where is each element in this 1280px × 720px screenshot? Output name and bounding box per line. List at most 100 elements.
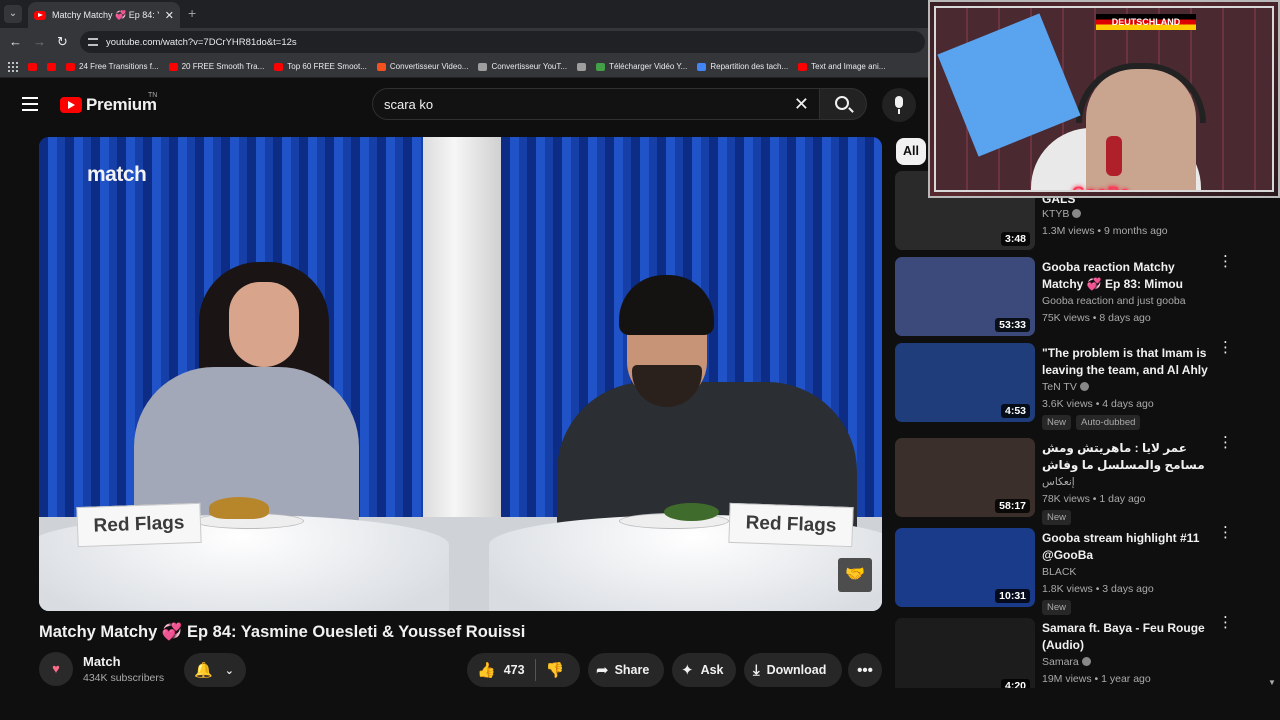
menu-icon[interactable]: [22, 97, 38, 111]
channel-branding-icon[interactable]: 🤝: [838, 558, 872, 592]
new-badge: New: [1042, 415, 1072, 430]
more-vertical-icon[interactable]: ⋮: [1218, 525, 1233, 540]
more-vertical-icon[interactable]: ⋮: [1218, 435, 1233, 450]
recommended-video[interactable]: 53:33 Gooba reaction Matchy Matchy 💞 Ep 8…: [895, 254, 1265, 337]
recommended-video-title[interactable]: Samara ft. Baya - Feu Rouge (Audio): [1042, 620, 1210, 653]
new-badge: New: [1042, 600, 1072, 615]
search-icon: [835, 96, 849, 110]
bookmark-label: Convertisseur Video...: [389, 62, 469, 71]
video-thumbnail[interactable]: 58:17: [895, 438, 1035, 517]
more-vertical-icon[interactable]: ⋮: [1218, 254, 1233, 269]
address-bar[interactable]: youtube.com/watch?v=7DCrYHR81do&t=12s: [80, 31, 925, 53]
channel-name[interactable]: Match: [83, 654, 121, 669]
share-button[interactable]: ➦ Share: [588, 653, 664, 687]
youtube-favicon-icon: [34, 10, 46, 20]
subscribed-bell-button[interactable]: 🔔 ⌄: [184, 653, 246, 687]
reload-icon[interactable]: ↻: [57, 34, 68, 50]
download-label: Download: [766, 663, 827, 677]
verified-icon: [1079, 382, 1089, 391]
more-actions-button[interactable]: •••: [848, 653, 882, 687]
scroll-down-arrow-icon[interactable]: ▼: [1268, 678, 1276, 687]
bookmark-favicon-icon: [28, 62, 37, 71]
recommended-channel-name[interactable]: Samara: [1042, 656, 1091, 668]
video-thumbnail[interactable]: 53:33: [895, 257, 1035, 336]
bookmark-item[interactable]: 24 Free Transitions f...: [66, 62, 159, 71]
search-query: scara ko: [384, 96, 434, 112]
download-button[interactable]: ⤓ Download: [744, 653, 842, 687]
bookmark-label: Text and Image ani...: [811, 62, 886, 71]
recommended-video[interactable]: 58:17 عمر لايا : ماهريتش ومش مسامح والمسل…: [895, 435, 1265, 525]
bookmark-item[interactable]: Top 60 FREE Smoot...: [274, 62, 367, 71]
video-views-and-age: 1.3M views • 9 months ago: [1042, 225, 1168, 237]
youtube-premium-logo[interactable]: Premium: [60, 95, 157, 115]
recommended-video-title[interactable]: "The problem is that Imam is leaving the…: [1042, 345, 1210, 379]
bookmark-item[interactable]: [28, 62, 37, 71]
close-tab-icon[interactable]: ✕: [165, 9, 174, 22]
forward-arrow-icon[interactable]: →: [33, 34, 46, 49]
recommended-channel-name[interactable]: BLACK: [1042, 566, 1076, 578]
right-food: [664, 503, 719, 521]
recommended-video[interactable]: 10:31 Gooba stream highlight #11 @GooBa BL…: [895, 525, 1265, 615]
video-views-and-age: 75K views • 8 days ago: [1042, 312, 1151, 324]
ask-button[interactable]: ✦ Ask: [672, 653, 736, 687]
tab-search-menu-button[interactable]: ⌄: [4, 5, 22, 23]
url-text: youtube.com/watch?v=7DCrYHR81do&t=12s: [106, 36, 297, 48]
apps-grid-icon[interactable]: [8, 61, 18, 72]
site-info-icon[interactable]: [88, 38, 98, 46]
video-thumbnail[interactable]: 4:20: [895, 618, 1035, 697]
streamer-webcam-overlay: DEUTSCHLAND GooBa: [928, 0, 1280, 198]
bookmark-favicon-icon: [66, 62, 75, 71]
bookmark-item[interactable]: Text and Image ani...: [798, 62, 885, 71]
youtube-masthead: Premium TN scara ko ✕: [0, 78, 925, 133]
bookmark-label: Repartition des tach...: [710, 62, 789, 71]
bookmark-item[interactable]: 20 FREE Smooth Tra...: [168, 62, 264, 71]
video-duration: 3:48: [1000, 232, 1030, 246]
video-views-and-age: 78K views • 1 day ago: [1042, 493, 1146, 505]
bookmark-item[interactable]: Télécharger Vidéo Y...: [596, 62, 687, 71]
logo-text: Premium: [86, 95, 157, 114]
recommended-video[interactable]: 4:53 "The problem is that Imam is leaving…: [895, 340, 1265, 430]
bookmark-item[interactable]: [47, 62, 56, 71]
recommended-video-title[interactable]: Gooba reaction Matchy Matchy 💞 Ep 83: Mi…: [1042, 259, 1210, 293]
share-icon: ➦: [596, 662, 609, 679]
channel-avatar[interactable]: ♥: [39, 652, 73, 686]
recommended-video-title[interactable]: Gooba stream highlight #11 @GooBa: [1042, 530, 1210, 563]
video-thumbnail[interactable]: 10:31: [895, 528, 1035, 607]
like-count[interactable]: 473: [504, 663, 525, 677]
browser-tab-active[interactable]: Matchy Matchy 💞 Ep 84: Yasmine Oueslet..…: [28, 2, 180, 28]
bookmark-item[interactable]: Convertisseur Video...: [376, 62, 469, 71]
bookmark-favicon-icon: [697, 62, 707, 71]
back-arrow-icon[interactable]: ←: [9, 34, 22, 49]
new-tab-icon[interactable]: +: [188, 5, 196, 21]
woman-face: [229, 282, 299, 367]
dislike-icon[interactable]: 👎: [546, 661, 565, 679]
red-flags-sign-right: Red Flags: [728, 502, 854, 548]
bottom-bar: [0, 688, 1280, 720]
voice-search-button[interactable]: [882, 88, 916, 122]
bookmark-item[interactable]: Repartition des tach...: [697, 62, 788, 71]
bookmark-favicon-icon: [577, 62, 587, 71]
bookmark-item[interactable]: Convertisseur YouT...: [478, 62, 567, 71]
video-thumbnail[interactable]: 4:53: [895, 343, 1035, 422]
more-vertical-icon[interactable]: ⋮: [1218, 615, 1233, 630]
recommended-video[interactable]: 4:20 Samara ft. Baya - Feu Rouge (Audio) S…: [895, 615, 1265, 698]
recommended-video-title[interactable]: عمر لايا : ماهريتش ومش مسامح والمسلسل ما…: [1042, 440, 1210, 473]
bookmark-label: Convertisseur YouT...: [491, 62, 568, 71]
bookmark-label: Télécharger Vidéo Y...: [609, 62, 688, 71]
recommended-channel-name[interactable]: Gooba reaction and just gooba: [1042, 295, 1186, 307]
search-input[interactable]: scara ko ✕: [372, 88, 820, 120]
search-button[interactable]: [819, 88, 867, 120]
channel-watermark-logo: match: [87, 163, 147, 186]
bookmark-favicon-icon: [596, 62, 606, 71]
clear-search-icon[interactable]: ✕: [794, 94, 809, 115]
like-icon[interactable]: 👍: [477, 661, 496, 679]
recommended-channel-name[interactable]: KTYB: [1042, 208, 1082, 220]
chip-all[interactable]: All: [896, 138, 926, 165]
bookmark-item[interactable]: [577, 62, 587, 71]
video-player[interactable]: match Red Flags Red Flags 🤝: [39, 137, 882, 611]
recommended-channel-name[interactable]: إنعكاس: [1042, 476, 1075, 488]
more-vertical-icon[interactable]: ⋮: [1218, 340, 1233, 355]
microphone-icon: [895, 96, 903, 108]
recommended-channel-name[interactable]: TeN TV: [1042, 381, 1089, 393]
video-views-and-age: 3.6K views • 4 days ago: [1042, 398, 1154, 410]
